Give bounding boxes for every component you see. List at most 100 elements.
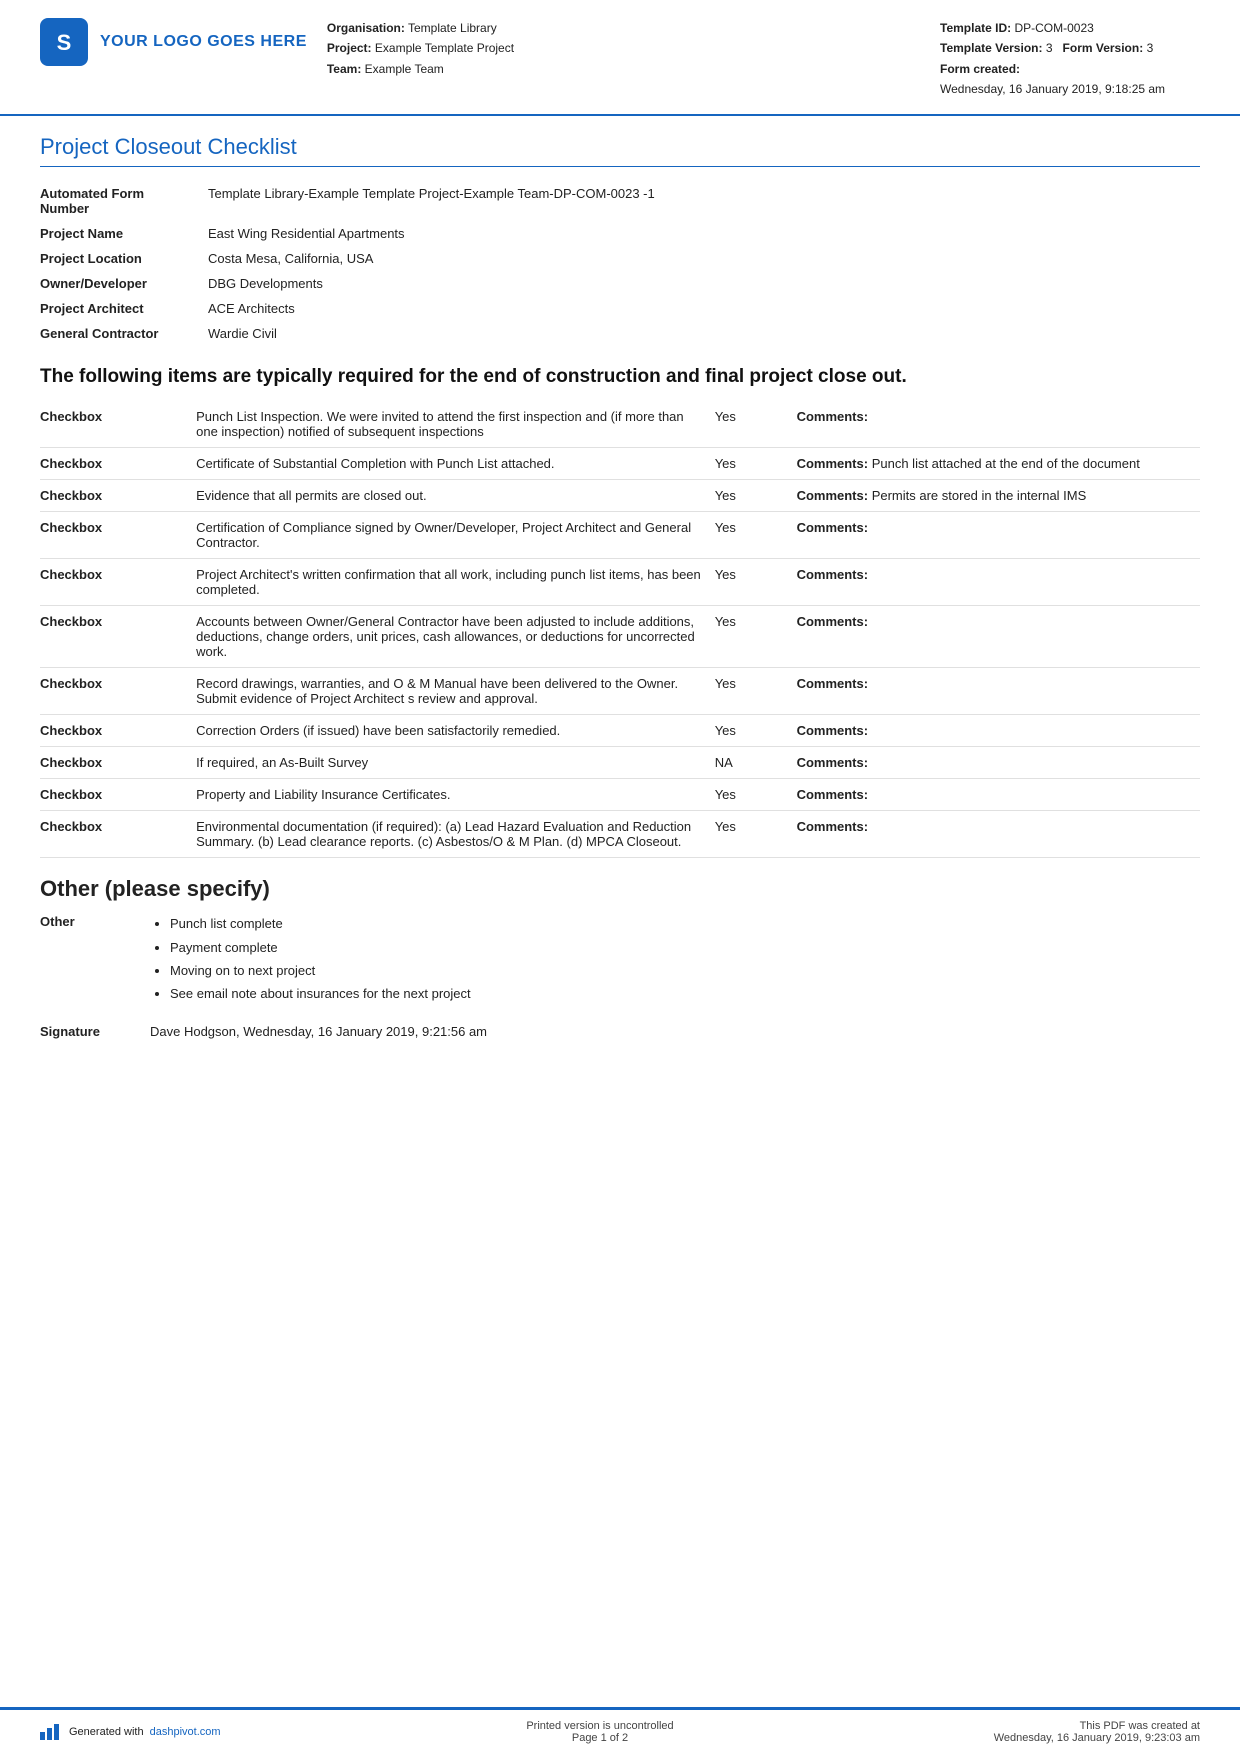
- info-label: Project Location: [40, 246, 200, 271]
- logo-text: YOUR LOGO GOES HERE: [100, 33, 307, 51]
- logo-area: S YOUR LOGO GOES HERE: [40, 18, 307, 66]
- checklist-checkbox: Checkbox: [40, 811, 190, 858]
- org-value: Template Library: [408, 21, 497, 35]
- footer-generated-text: Generated with: [69, 1726, 144, 1738]
- checklist-table: Checkbox Punch List Inspection. We were …: [40, 401, 1200, 858]
- other-label: Other: [40, 912, 150, 1006]
- team-value: Example Team: [365, 62, 444, 76]
- comment-label: Comments:: [797, 520, 869, 535]
- team-line: Team: Example Team: [327, 59, 900, 79]
- form-version-value: 3: [1147, 41, 1154, 55]
- checklist-checkbox: Checkbox: [40, 480, 190, 512]
- header: S YOUR LOGO GOES HERE Organisation: Temp…: [0, 0, 1240, 116]
- footer-center-line1: Printed version is uncontrolled: [260, 1720, 940, 1732]
- checklist-comments: Comments:: [791, 606, 1200, 668]
- comment-label: Comments:: [797, 409, 869, 424]
- info-label: Owner/Developer: [40, 271, 200, 296]
- info-row: General Contractor Wardie Civil: [40, 321, 1200, 346]
- info-label: Project Architect: [40, 296, 200, 321]
- header-meta-right: Template ID: DP-COM-0023 Template Versio…: [940, 18, 1200, 100]
- org-line: Organisation: Template Library: [327, 18, 900, 38]
- checklist-description: Accounts between Owner/General Contracto…: [190, 606, 709, 668]
- info-row: Project Name East Wing Residential Apart…: [40, 221, 1200, 246]
- other-heading: Other (please specify): [40, 876, 1200, 902]
- page: S YOUR LOGO GOES HERE Organisation: Temp…: [0, 0, 1240, 1754]
- footer-right-line2: Wednesday, 16 January 2019, 9:23:03 am: [940, 1732, 1200, 1744]
- dashpivot-bar-icon: [40, 1724, 59, 1740]
- footer-center-line2: Page 1 of 2: [260, 1732, 940, 1744]
- other-row: Other Punch list completePayment complet…: [40, 912, 1200, 1006]
- checklist-status: Yes: [709, 559, 791, 606]
- template-id-label: Template ID:: [940, 21, 1011, 35]
- checklist-status: Yes: [709, 480, 791, 512]
- info-row: Project Architect ACE Architects: [40, 296, 1200, 321]
- checklist-row: Checkbox Certificate of Substantial Comp…: [40, 448, 1200, 480]
- org-label: Organisation:: [327, 21, 405, 35]
- other-list: Punch list completePayment completeMovin…: [150, 912, 471, 1006]
- comment-label: Comments:: [797, 787, 869, 802]
- info-label: Project Name: [40, 221, 200, 246]
- bar2: [47, 1728, 52, 1740]
- checklist-comments: Comments:: [791, 811, 1200, 858]
- checklist-description: Property and Liability Insurance Certifi…: [190, 779, 709, 811]
- checklist-status: Yes: [709, 811, 791, 858]
- info-value: Costa Mesa, California, USA: [200, 246, 1200, 271]
- checklist-description: Environmental documentation (if required…: [190, 811, 709, 858]
- info-row: Automated Form Number Template Library-E…: [40, 181, 1200, 221]
- bar3: [54, 1724, 59, 1740]
- checklist-row: Checkbox Correction Orders (if issued) h…: [40, 715, 1200, 747]
- info-label: General Contractor: [40, 321, 200, 346]
- checklist-status: Yes: [709, 779, 791, 811]
- checklist-description: Certificate of Substantial Completion wi…: [190, 448, 709, 480]
- checklist-description: Evidence that all permits are closed out…: [190, 480, 709, 512]
- checklist-row: Checkbox Record drawings, warranties, an…: [40, 668, 1200, 715]
- checklist-checkbox: Checkbox: [40, 606, 190, 668]
- checklist-status: Yes: [709, 401, 791, 448]
- template-version-value: 3: [1046, 41, 1053, 55]
- checklist-comments: Comments:: [791, 779, 1200, 811]
- other-list-item: See email note about insurances for the …: [170, 982, 471, 1005]
- checklist-comments: Comments:: [791, 401, 1200, 448]
- checklist-description: Correction Orders (if issued) have been …: [190, 715, 709, 747]
- checklist-description: Project Architect's written confirmation…: [190, 559, 709, 606]
- main-content: Project Closeout Checklist Automated For…: [0, 116, 1240, 1707]
- footer-link[interactable]: dashpivot.com: [150, 1726, 221, 1738]
- form-created-label: Form created:: [940, 62, 1020, 76]
- comment-value: Permits are stored in the internal IMS: [872, 488, 1087, 503]
- checklist-status: Yes: [709, 606, 791, 668]
- other-list-item: Punch list complete: [170, 912, 471, 935]
- checklist-checkbox: Checkbox: [40, 715, 190, 747]
- info-row: Owner/Developer DBG Developments: [40, 271, 1200, 296]
- checklist-status: Yes: [709, 715, 791, 747]
- template-id-line: Template ID: DP-COM-0023: [940, 18, 1200, 38]
- info-value: DBG Developments: [200, 271, 1200, 296]
- checklist-description: If required, an As-Built Survey: [190, 747, 709, 779]
- info-value: Wardie Civil: [200, 321, 1200, 346]
- checklist-checkbox: Checkbox: [40, 747, 190, 779]
- checklist-row: Checkbox Accounts between Owner/General …: [40, 606, 1200, 668]
- team-label: Team:: [327, 62, 361, 76]
- checklist-status: Yes: [709, 448, 791, 480]
- checklist-description: Punch List Inspection. We were invited t…: [190, 401, 709, 448]
- footer: Generated with dashpivot.com Printed ver…: [0, 1707, 1240, 1754]
- form-version-label: Form Version:: [1063, 41, 1144, 55]
- comment-label: Comments:: [797, 676, 869, 691]
- checklist-checkbox: Checkbox: [40, 448, 190, 480]
- checklist-comments: Comments:: [791, 512, 1200, 559]
- signature-row: Signature Dave Hodgson, Wednesday, 16 Ja…: [40, 1024, 1200, 1039]
- checklist-checkbox: Checkbox: [40, 668, 190, 715]
- checklist-comments: Comments:: [791, 559, 1200, 606]
- checklist-row: Checkbox Evidence that all permits are c…: [40, 480, 1200, 512]
- checklist-row: Checkbox If required, an As-Built Survey…: [40, 747, 1200, 779]
- checklist-checkbox: Checkbox: [40, 512, 190, 559]
- comment-label: Comments:: [797, 614, 869, 629]
- checklist-row: Checkbox Project Architect's written con…: [40, 559, 1200, 606]
- checklist-comments: Comments:: [791, 668, 1200, 715]
- checklist-comments: Comments:: [791, 715, 1200, 747]
- other-list-item: Moving on to next project: [170, 959, 471, 982]
- checklist-row: Checkbox Punch List Inspection. We were …: [40, 401, 1200, 448]
- info-label: Automated Form Number: [40, 181, 200, 221]
- project-line: Project: Example Template Project: [327, 38, 900, 58]
- info-value: East Wing Residential Apartments: [200, 221, 1200, 246]
- svg-text:S: S: [57, 30, 72, 55]
